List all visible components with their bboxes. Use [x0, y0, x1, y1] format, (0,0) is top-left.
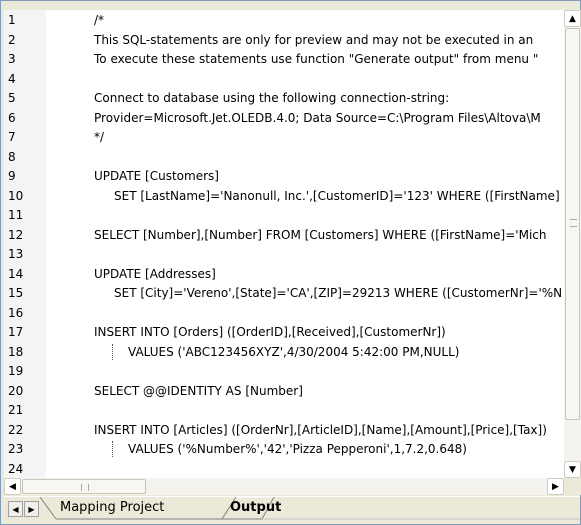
tab-strip: ◀ ▶ Mapping Project Output [4, 496, 580, 524]
code-line[interactable]: 15 SET [City]='Vereno',[State]='CA',[ZIP]… [4, 284, 564, 302]
code-text: SELECT [Number],[Number] FROM [Customers… [94, 227, 547, 242]
output-window: 1 /* 2 This SQL-statements are only for pre… [0, 0, 581, 525]
sql-editor[interactable]: 1 /* 2 This SQL-statements are only for pre… [4, 10, 564, 478]
line-number: 9 [8, 169, 16, 183]
scroll-down-button[interactable]: ▼ [564, 461, 581, 478]
indent-guide [112, 441, 114, 457]
code-text: SET [LastName]='Nanonull, Inc.',[Custome… [114, 188, 560, 203]
line-number: 23 [8, 442, 24, 456]
code-line[interactable]: 13 [4, 245, 564, 263]
line-number: 5 [8, 91, 16, 105]
tab-mapping-project[interactable]: Mapping Project [54, 497, 170, 519]
vertical-scrollbar[interactable]: ▲ ▼ [564, 10, 581, 478]
scroll-right-button[interactable]: ▶ [547, 478, 564, 495]
line-number: 6 [8, 110, 16, 125]
line-number: 19 [8, 364, 24, 378]
line-number: 3 [8, 52, 16, 66]
code-line[interactable]: 22 INSERT INTO [Articles] ([OrderNr],[Art… [4, 421, 564, 439]
tab-output[interactable]: Output [224, 497, 287, 519]
code-text: UPDATE [Customers] [94, 169, 219, 183]
code-line[interactable]: 8 [4, 148, 564, 166]
code-line[interactable]: 19 [4, 362, 564, 380]
code-line[interactable]: 12 SELECT [Number],[Number] FROM [Custome… [4, 226, 564, 244]
line-number: 16 [8, 305, 24, 320]
scrollbar-corner [564, 478, 581, 495]
line-number: 18 [8, 344, 24, 359]
code-text: This SQL-statements are only for preview… [94, 32, 534, 47]
grip-icon [570, 219, 577, 227]
line-number: 21 [8, 403, 24, 417]
code-line[interactable]: 11 [4, 206, 564, 224]
code-line[interactable]: 9 UPDATE [Customers] [4, 167, 564, 185]
indent-guide [112, 343, 114, 360]
code-text: VALUES ('%Number%','42','Pizza Pepperoni… [128, 442, 467, 456]
code-line[interactable]: 3 To execute these statements use functio… [4, 50, 564, 68]
line-number: 8 [8, 149, 16, 164]
code-line[interactable]: 14 UPDATE [Addresses] [4, 265, 564, 283]
line-number: 11 [8, 208, 24, 222]
arrow-left-icon: ◀ [9, 481, 16, 492]
code-text: */ [94, 130, 105, 144]
line-number: 22 [8, 422, 24, 437]
code-line[interactable]: 20 SELECT @@IDENTITY AS [Number] [4, 382, 564, 400]
code-line[interactable]: 21 [4, 401, 564, 419]
code-text: INSERT INTO [Orders] ([OrderID],[Receive… [94, 325, 446, 339]
code-line[interactable]: 16 [4, 304, 564, 322]
code-text: UPDATE [Addresses] [94, 266, 216, 281]
line-number: 2 [8, 32, 16, 47]
line-number: 13 [8, 247, 24, 261]
code-text: Provider=Microsoft.Jet.OLEDB.4.0; Data S… [94, 110, 541, 125]
code-line[interactable]: 10 SET [LastName]='Nanonull, Inc.',[Custo… [4, 187, 564, 205]
code-line[interactable]: 17 INSERT INTO [Orders] ([OrderID],[Recei… [4, 323, 564, 341]
code-text: SELECT @@IDENTITY AS [Number] [94, 383, 303, 398]
grip-icon [81, 484, 89, 491]
line-number: 17 [8, 325, 24, 339]
code-line[interactable]: 4 [4, 70, 564, 88]
code-text: INSERT INTO [Articles] ([OrderNr],[Artic… [94, 422, 547, 437]
code-line[interactable]: 6 Provider=Microsoft.Jet.OLEDB.4.0; Data … [4, 109, 564, 127]
horizontal-scrollbar[interactable]: ◀ ▶ [4, 478, 564, 495]
vertical-scroll-thumb[interactable] [565, 28, 580, 420]
code-line[interactable]: 2 This SQL-statements are only for previe… [4, 31, 564, 49]
line-number: 20 [8, 383, 24, 398]
arrow-right-icon: ▶ [552, 481, 559, 492]
code-text: To execute these statements use function… [94, 52, 539, 66]
line-number: 14 [8, 266, 24, 281]
code-line[interactable]: 5 Connect to database using the following… [4, 89, 564, 107]
arrow-up-icon: ▲ [569, 13, 576, 24]
line-number: 4 [8, 71, 16, 86]
horizontal-scroll-thumb[interactable] [22, 479, 146, 494]
scroll-up-button[interactable]: ▲ [564, 10, 581, 27]
code-line[interactable]: 1 /* [4, 11, 564, 29]
line-number: 7 [8, 130, 16, 144]
line-number: 24 [8, 461, 24, 476]
code-text: Connect to database using the following … [94, 91, 450, 105]
code-text: SET [City]='Vereno',[State]='CA',[ZIP]=2… [114, 286, 563, 300]
scroll-left-button[interactable]: ◀ [4, 478, 21, 495]
line-number: 15 [8, 286, 24, 300]
line-number: 10 [8, 188, 24, 203]
code-line[interactable]: 23 VALUES ('%Number%','42','Pizza Peppero… [4, 440, 564, 458]
arrow-down-icon: ▼ [569, 464, 576, 475]
code-text: VALUES ('ABC123456XYZ',4/30/2004 5:42:00… [128, 344, 460, 359]
code-line[interactable]: 24 [4, 460, 564, 478]
code-line[interactable]: 18 VALUES ('ABC123456XYZ',4/30/2004 5:42:… [4, 343, 564, 361]
code-text: /* [94, 13, 105, 27]
code-line[interactable]: 7 */ [4, 128, 564, 146]
line-number: 12 [8, 227, 24, 242]
line-number: 1 [8, 13, 16, 27]
